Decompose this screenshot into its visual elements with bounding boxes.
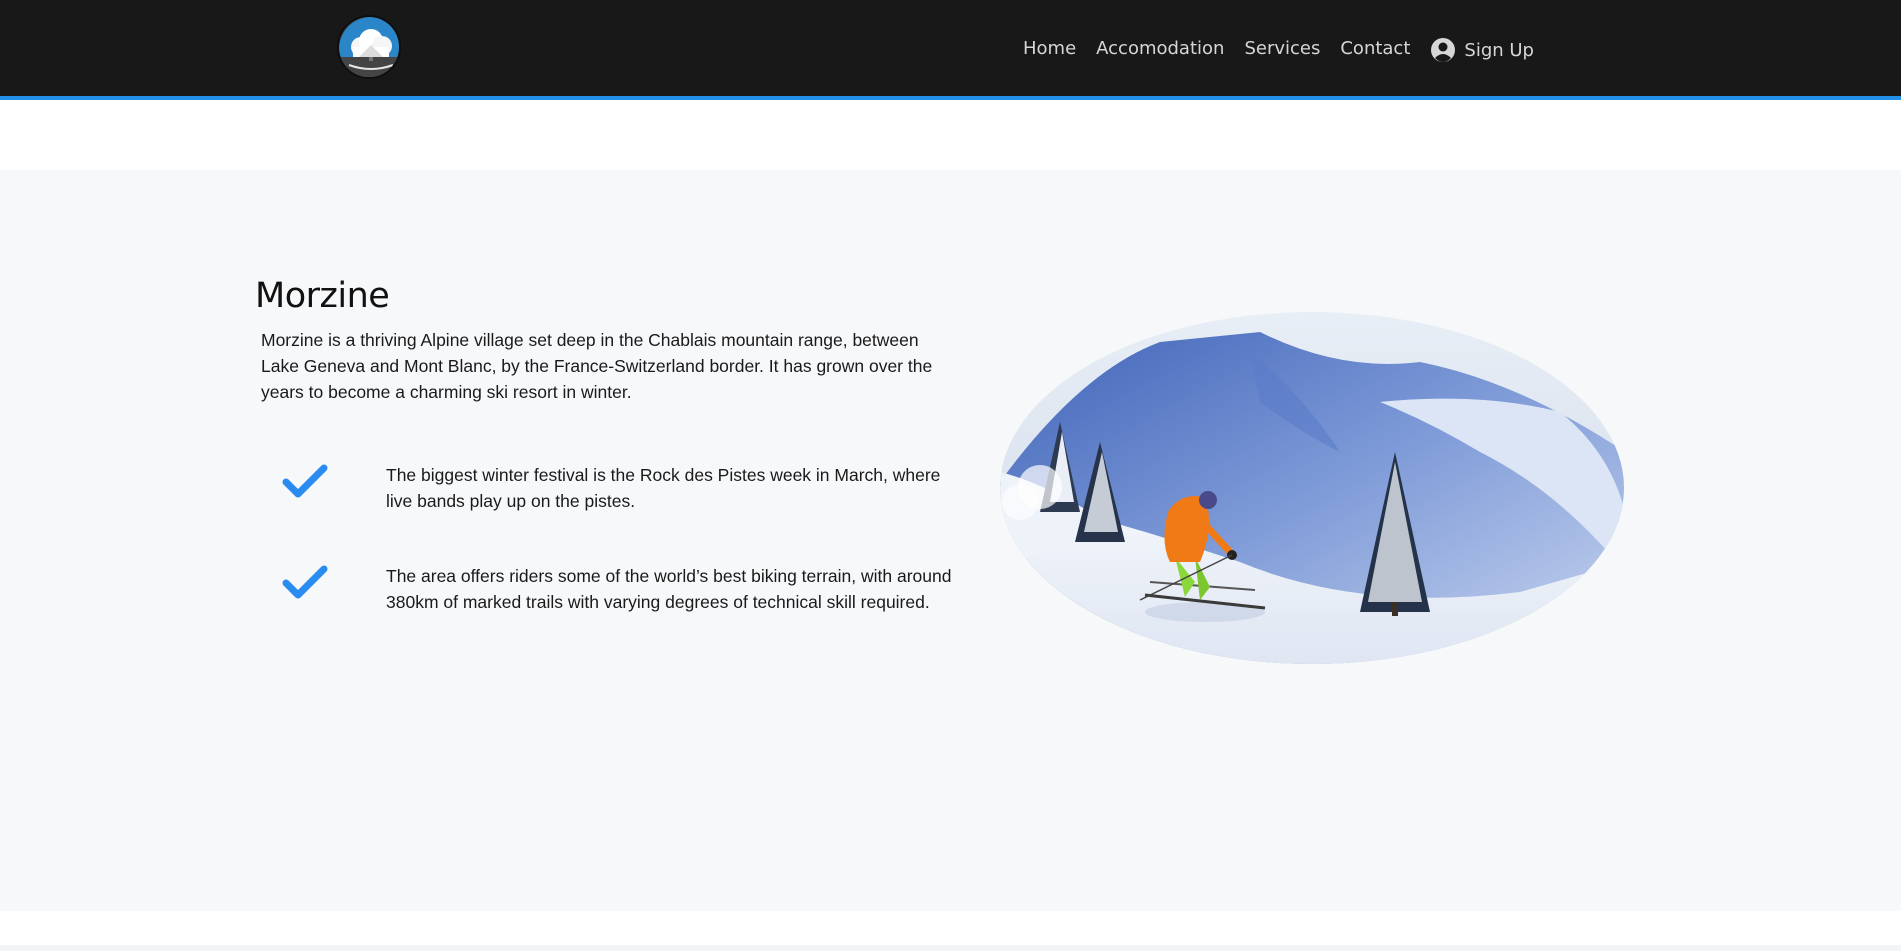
nav-link-services[interactable]: Services (1244, 38, 1320, 59)
nav-link-accomodation[interactable]: Accomodation (1096, 38, 1224, 59)
sign-up-label: Sign Up (1464, 39, 1534, 61)
logo-icon (339, 17, 399, 77)
nav-link-contact[interactable]: Contact (1340, 38, 1410, 59)
site-logo[interactable] (337, 15, 401, 79)
user-circle-icon (1431, 38, 1456, 62)
nav-link-home[interactable]: Home (1023, 38, 1076, 59)
feature-item: The area offers riders some of the world… (282, 563, 982, 615)
intro-paragraph: Morzine is a thriving Alpine village set… (261, 330, 933, 402)
checkmark-icon (282, 464, 328, 498)
checkmark-icon (282, 565, 328, 599)
feature-item: The biggest winter festival is the Rock … (282, 462, 982, 514)
skier-photo (1000, 312, 1624, 664)
page-title: Morzine (255, 276, 390, 316)
feature-text: The biggest winter festival is the Rock … (386, 465, 941, 511)
sign-up-button[interactable]: Sign Up (1430, 37, 1534, 63)
main-nav: Home Accomodation Services Contact Sign … (1023, 33, 1534, 63)
section-divider (0, 945, 1901, 951)
feature-text: The area offers riders some of the world… (386, 566, 952, 612)
top-navbar: Home Accomodation Services Contact Sign … (0, 0, 1901, 100)
